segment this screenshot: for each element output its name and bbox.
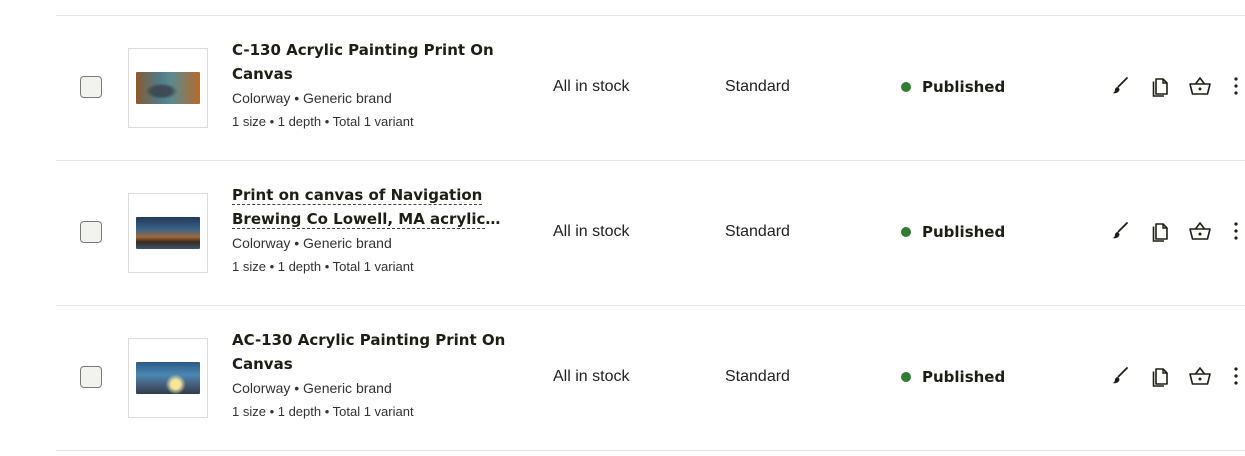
duplicate-button[interactable]	[1148, 219, 1172, 243]
status-dot-icon	[901, 227, 911, 237]
product-title-text[interactable]: Print on canvas of Navigation Brewing Co…	[232, 186, 486, 231]
copy-icon	[1150, 220, 1170, 242]
copy-icon	[1150, 75, 1170, 97]
row-actions	[1108, 219, 1244, 243]
product-image	[136, 72, 200, 104]
more-vertical-icon	[1233, 221, 1239, 241]
stock-status: All in stock	[553, 368, 630, 385]
publish-status: Published	[901, 366, 1005, 388]
status-label: Published	[922, 78, 1006, 96]
basket-icon	[1188, 220, 1212, 242]
brush-icon	[1110, 221, 1130, 241]
product-type: Standard	[725, 223, 790, 240]
product-thumbnail[interactable]	[128, 193, 208, 273]
product-image	[136, 362, 200, 394]
product-variant-line: 1 size • 1 depth • Total 1 variant	[232, 114, 414, 129]
basket-icon	[1188, 365, 1212, 387]
product-info: Print on canvas of Navigation Brewing Co…	[232, 183, 532, 279]
table-row: C-130 Acrylic Painting Print On Canvas C…	[56, 16, 1245, 161]
duplicate-button[interactable]	[1148, 74, 1172, 98]
more-vertical-icon	[1233, 366, 1239, 386]
product-info: AC-130 Acrylic Painting Print On Canvas …	[232, 328, 532, 424]
product-title[interactable]: C-130 Acrylic Painting Print On Canvas	[232, 38, 532, 86]
product-list: C-130 Acrylic Painting Print On Canvas C…	[0, 16, 1245, 451]
product-info: C-130 Acrylic Painting Print On Canvas C…	[232, 38, 532, 134]
brush-icon	[1110, 76, 1130, 96]
row-select-checkbox[interactable]	[80, 221, 102, 243]
row-actions	[1108, 364, 1244, 388]
product-variant-line: 1 size • 1 depth • Total 1 variant	[232, 404, 414, 419]
edit-button[interactable]	[1108, 74, 1132, 98]
stock-status: All in stock	[553, 223, 630, 240]
product-type: Standard	[725, 368, 790, 385]
row-select-checkbox[interactable]	[80, 76, 102, 98]
table-row: Print on canvas of Navigation Brewing Co…	[56, 161, 1245, 306]
table-row: AC-130 Acrylic Painting Print On Canvas …	[56, 306, 1245, 451]
product-brand-line: Colorway • Generic brand	[232, 90, 392, 106]
publish-status: Published	[901, 221, 1005, 243]
status-dot-icon	[901, 372, 911, 382]
product-title[interactable]: AC-130 Acrylic Painting Print On Canvas	[232, 328, 532, 376]
product-brand-line: Colorway • Generic brand	[232, 235, 392, 251]
product-brand-line: Colorway • Generic brand	[232, 380, 392, 396]
more-options-button[interactable]	[1228, 364, 1244, 388]
status-label: Published	[922, 223, 1006, 241]
product-thumbnail[interactable]	[128, 338, 208, 418]
duplicate-button[interactable]	[1148, 364, 1172, 388]
status-label: Published	[922, 368, 1006, 386]
shop-button[interactable]	[1188, 364, 1212, 388]
shop-button[interactable]	[1188, 74, 1212, 98]
product-title-link[interactable]: Print on canvas of Navigation Brewing Co…	[232, 183, 532, 231]
brush-icon	[1110, 366, 1130, 386]
row-actions	[1108, 74, 1244, 98]
product-type: Standard	[725, 78, 790, 95]
more-vertical-icon	[1233, 76, 1239, 96]
publish-status: Published	[901, 76, 1005, 98]
shop-button[interactable]	[1188, 219, 1212, 243]
stock-status: All in stock	[553, 78, 630, 95]
basket-icon	[1188, 75, 1212, 97]
status-dot-icon	[901, 82, 911, 92]
edit-button[interactable]	[1108, 219, 1132, 243]
product-variant-line: 1 size • 1 depth • Total 1 variant	[232, 259, 414, 274]
row-select-checkbox[interactable]	[80, 366, 102, 388]
copy-icon	[1150, 365, 1170, 387]
more-options-button[interactable]	[1228, 74, 1244, 98]
product-thumbnail[interactable]	[128, 48, 208, 128]
edit-button[interactable]	[1108, 364, 1132, 388]
more-options-button[interactable]	[1228, 219, 1244, 243]
product-image	[136, 217, 200, 249]
